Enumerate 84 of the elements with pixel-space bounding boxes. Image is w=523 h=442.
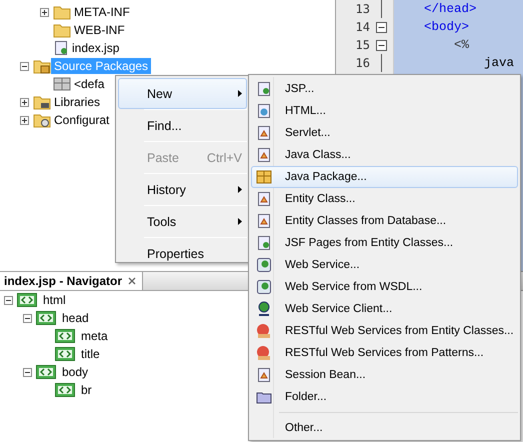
line-number: 16 — [354, 56, 370, 70]
rest-service-icon — [255, 323, 273, 339]
menu-item[interactable]: Folder... — [251, 386, 518, 408]
folder-icon — [53, 4, 71, 20]
tree-item[interactable]: title — [78, 346, 103, 362]
class-file-icon — [257, 213, 271, 229]
menu-item[interactable]: Entity Classes from Database... — [251, 210, 518, 232]
menu-item[interactable]: Java Class... — [251, 144, 518, 166]
menu-item[interactable]: RESTful Web Services from Entity Classes... — [251, 320, 518, 342]
submenu-arrow-icon — [238, 186, 242, 193]
file-icon — [257, 81, 271, 97]
menu-item[interactable]: Web Service Client... — [251, 298, 518, 320]
submenu-arrow-icon — [238, 218, 242, 225]
expand-icon[interactable] — [20, 116, 29, 124]
config-folder-icon — [33, 112, 51, 128]
line-number: 15 — [354, 38, 370, 52]
expand-icon[interactable] — [40, 8, 49, 16]
code-line: <body> — [423, 20, 470, 34]
close-icon[interactable] — [128, 277, 136, 285]
tree-item[interactable]: head — [59, 310, 92, 326]
folder-icon — [256, 390, 272, 404]
fold-icon[interactable] — [376, 22, 387, 32]
tag-icon — [17, 293, 37, 307]
tag-icon — [55, 347, 75, 361]
class-file-icon — [257, 367, 271, 383]
tree-item[interactable]: Libraries — [51, 94, 104, 110]
package-icon — [53, 77, 71, 91]
code-line: <% — [453, 38, 470, 52]
tree-item[interactable]: index.jsp — [69, 40, 122, 56]
class-file-icon — [257, 125, 271, 141]
tree-item[interactable]: html — [40, 292, 69, 308]
menu-item[interactable]: Web Service... — [251, 254, 518, 276]
collapse-icon[interactable] — [4, 296, 13, 304]
expand-icon[interactable] — [20, 98, 29, 106]
tree-item[interactable]: body — [59, 364, 92, 380]
tag-icon — [55, 329, 75, 343]
web-file-icon — [257, 103, 271, 119]
tag-icon — [36, 365, 56, 379]
tree-item[interactable]: meta — [78, 328, 111, 344]
tree-item[interactable]: <defa — [71, 76, 108, 92]
library-folder-icon — [33, 94, 51, 110]
tag-icon — [36, 311, 56, 325]
web-service-icon — [256, 257, 272, 273]
tree-item[interactable]: Configurat — [51, 112, 112, 128]
fold-icon[interactable] — [376, 40, 387, 50]
folder-icon — [53, 22, 71, 38]
package-folder-icon — [33, 58, 51, 74]
navigator-tab[interactable]: index.jsp - Navigator — [0, 272, 144, 290]
tree-item[interactable]: br — [78, 382, 95, 398]
menu-item[interactable]: Servlet... — [251, 122, 518, 144]
package-icon — [256, 170, 272, 184]
menu-item[interactable]: Web Service from WSDL... — [251, 276, 518, 298]
line-number: 13 — [354, 2, 370, 16]
menu-item[interactable]: Other... — [251, 417, 518, 439]
menu-item[interactable]: RESTful Web Services from Patterns... — [251, 342, 518, 364]
menu-item[interactable]: Session Bean... — [251, 364, 518, 386]
file-icon — [257, 235, 271, 251]
tag-icon — [55, 383, 75, 397]
menu-item[interactable]: Tools — [118, 206, 247, 237]
menu-item[interactable]: Java Package... — [251, 166, 518, 188]
class-file-icon — [257, 191, 271, 207]
rest-service-icon — [255, 345, 273, 361]
menu-item[interactable]: Find... — [118, 110, 247, 141]
menu-item[interactable]: Properties — [118, 238, 247, 269]
shortcut-text: Ctrl+V — [206, 150, 242, 164]
menu-item[interactable]: Entity Class... — [251, 188, 518, 210]
collapse-icon[interactable] — [23, 368, 32, 376]
file-icon — [53, 40, 69, 56]
menu-item[interactable]: History — [118, 174, 247, 205]
menu-item[interactable]: JSF Pages from Entity Classes... — [251, 232, 518, 254]
menu-item[interactable]: HTML... — [251, 100, 518, 122]
menu-item[interactable]: JSP... — [251, 78, 518, 100]
collapse-icon[interactable] — [23, 314, 32, 322]
globe-icon — [256, 301, 272, 317]
tree-item[interactable]: WEB-INF — [71, 22, 128, 38]
submenu-arrow-icon — [238, 90, 242, 97]
line-number: 14 — [354, 20, 370, 34]
menu-item[interactable]: New — [118, 78, 247, 109]
code-line: java — [483, 56, 514, 70]
collapse-icon[interactable] — [20, 62, 29, 70]
tree-item[interactable]: META-INF — [71, 4, 133, 20]
web-service-icon — [256, 279, 272, 295]
class-file-icon — [257, 147, 271, 163]
code-line: </head> — [423, 2, 477, 16]
